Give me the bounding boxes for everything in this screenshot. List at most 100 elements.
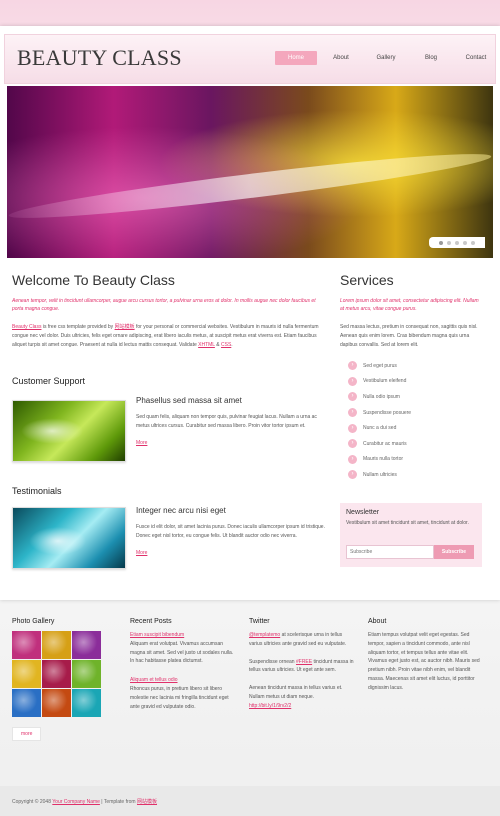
footer-about: About Etiam tempus volutpat velit eget e… [368, 618, 480, 693]
gallery-thumbnail[interactable] [42, 689, 71, 717]
arrow-right-icon: › [348, 392, 357, 402]
service-label: Sed eget purus [363, 362, 397, 369]
site-header: BEAUTY CLASS Home About Gallery Blog Con… [4, 34, 496, 84]
post-excerpt: Rhoncus purus, in pretium libero sit lib… [130, 685, 229, 710]
slider-light-wave [7, 144, 493, 228]
service-item[interactable]: › Nunc a dui sed [340, 420, 480, 436]
gallery-thumbnail[interactable] [12, 660, 41, 688]
post-excerpt: Aliquam erat volutpat. Vivamus accumsan … [130, 640, 234, 665]
site-logo[interactable]: BEAUTY CLASS [17, 45, 182, 71]
tweet-url-link[interactable]: http://bit.ly/1/9rv2/2 [249, 703, 291, 709]
footer-recent-posts: Recent Posts Etiam suscipit bibendum Ali… [130, 618, 238, 721]
newsletter-box: Newsletter Vestibulum sit amet tincidunt… [340, 503, 482, 567]
gallery-more-button[interactable]: more [12, 727, 42, 741]
service-item[interactable]: › Nullam ultricies [340, 467, 480, 483]
gallery-thumbnail[interactable] [12, 631, 41, 659]
nav-contact[interactable]: Contact [455, 51, 497, 65]
arrow-right-icon: › [348, 454, 357, 464]
tweet-handle-link[interactable]: @templatemo [249, 632, 280, 638]
service-label: Vestibulum eleifend [363, 378, 407, 385]
subscribe-button[interactable]: Subscribe [434, 545, 474, 559]
slider-dot[interactable] [471, 240, 475, 245]
services-section: Services Lorem ipsum dolor sit amet, con… [340, 272, 480, 483]
main-nav: Home About Gallery Blog Contact [275, 51, 500, 65]
recent-posts-title: Recent Posts [130, 618, 172, 625]
services-title: Services [340, 272, 394, 288]
twitter-title: Twitter [249, 618, 270, 625]
service-item[interactable]: › Mauris nulla tortor [340, 452, 480, 468]
welcome-lead: Aenean tempor, velit in tincidunt ullamc… [12, 298, 316, 312]
arrow-right-icon: › [348, 376, 357, 386]
newsletter-text: Vestibulum sit amet tincidunt sit amet, … [346, 520, 469, 526]
tweet: Aenean tincidunt massa in tellus varius … [249, 684, 356, 710]
nav-home[interactable]: Home [275, 51, 317, 65]
gallery-thumbnail[interactable] [72, 689, 101, 717]
testimonial-content: Integer nec arcu nisi eget Fusce id elit… [136, 506, 328, 556]
copyright-text: Copyright © 2048 [12, 799, 53, 805]
provider-link[interactable]: 网站模板 [115, 324, 135, 330]
slider-dot[interactable] [447, 240, 451, 245]
testimonial-more-link[interactable]: More [136, 550, 328, 556]
support-image [12, 400, 126, 462]
template-source-link[interactable]: 网站模板 [137, 799, 157, 805]
newsletter-form: Subscribe [346, 545, 474, 559]
gallery-thumbnail[interactable] [42, 660, 71, 688]
tweet-text: Aenean tincidunt massa in tellus varius … [249, 685, 343, 700]
slider-dot[interactable] [455, 240, 459, 245]
about-text: Etiam tempus volutpat velit eget egestas… [368, 632, 480, 691]
service-label: Nunc a dui sed [363, 425, 397, 432]
nav-gallery[interactable]: Gallery [365, 51, 407, 65]
post-link[interactable]: Aliquam et tellus odio [130, 677, 178, 683]
tweet: @templatemo at scelerisque urna in tellu… [249, 631, 356, 649]
service-item[interactable]: › Sed eget purus [340, 358, 480, 374]
post-item: Aliquam et tellus odio Rhoncus purus, in… [130, 676, 238, 711]
nav-about[interactable]: About [320, 51, 362, 65]
arrow-right-icon: › [348, 408, 357, 418]
xhtml-link[interactable]: XHTML [198, 342, 215, 348]
service-item[interactable]: › Nulla odio ipsum [340, 389, 480, 405]
css-link[interactable]: CSS [221, 342, 231, 348]
slider-dot[interactable] [463, 240, 467, 245]
arrow-right-icon: › [348, 439, 357, 449]
service-item[interactable]: › Vestibulum eleifend [340, 374, 480, 390]
gallery-thumbnail[interactable] [72, 631, 101, 659]
nav-blog[interactable]: Blog [410, 51, 452, 65]
support-more-link[interactable]: More [136, 440, 328, 446]
slider-dot[interactable] [439, 240, 443, 245]
company-link[interactable]: Your Company Name [52, 799, 100, 805]
services-body: Sed massa lectus, pretium in consequat n… [340, 324, 478, 348]
gallery-thumbnail[interactable] [72, 660, 101, 688]
tweet-hashtag-link[interactable]: #FREE [296, 659, 312, 665]
services-lead: Lorem ipsum dolor sit amet, consectetur … [340, 298, 479, 312]
beauty-class-link[interactable]: Beauty Class [12, 324, 41, 330]
footer-gallery: Photo Gallery more [12, 618, 112, 741]
newsletter-email-input[interactable] [346, 545, 434, 559]
footer-twitter: Twitter @templatemo at scelerisque urna … [249, 618, 356, 720]
newsletter-title: Newsletter [346, 509, 380, 516]
customer-support-title: Customer Support [12, 376, 86, 386]
footer: Photo Gallery more Recent Posts Etiam su… [0, 608, 500, 786]
testimonials-title: Testimonials [12, 486, 62, 496]
support-heading: Phasellus sed massa sit amet [136, 396, 242, 405]
post-link[interactable]: Etiam suscipit bibendum [130, 632, 184, 638]
slider-pagination [429, 237, 485, 248]
service-label: Nulla odio ipsum [363, 393, 400, 400]
testimonial-image [12, 507, 126, 569]
gallery-thumbnail[interactable] [42, 631, 71, 659]
hero-slider [7, 86, 493, 258]
gallery-grid [12, 631, 112, 717]
copyright-bar: Copyright © 2048 Your Company Name | Tem… [0, 786, 500, 816]
service-item[interactable]: › Curabitur ac mauris [340, 436, 480, 452]
welcome-body-text: is free css template provided by [41, 324, 115, 330]
support-content: Phasellus sed massa sit amet Sed quam fe… [136, 396, 328, 446]
service-label: Mauris nulla tortor [363, 456, 404, 463]
gallery-title: Photo Gallery [12, 618, 55, 625]
gallery-thumbnail[interactable] [12, 689, 41, 717]
service-item[interactable]: › Suspendisse posuere [340, 405, 480, 421]
service-list: › Sed eget purus › Vestibulum eleifend › Nu… [340, 358, 480, 483]
service-label: Curabitur ac mauris [363, 440, 407, 447]
tweet-text: Suspendisse ornean [249, 658, 296, 665]
welcome-title: Welcome To Beauty Class [12, 272, 175, 288]
service-label: Suspendisse posuere [363, 409, 412, 416]
arrow-right-icon: › [348, 423, 357, 433]
